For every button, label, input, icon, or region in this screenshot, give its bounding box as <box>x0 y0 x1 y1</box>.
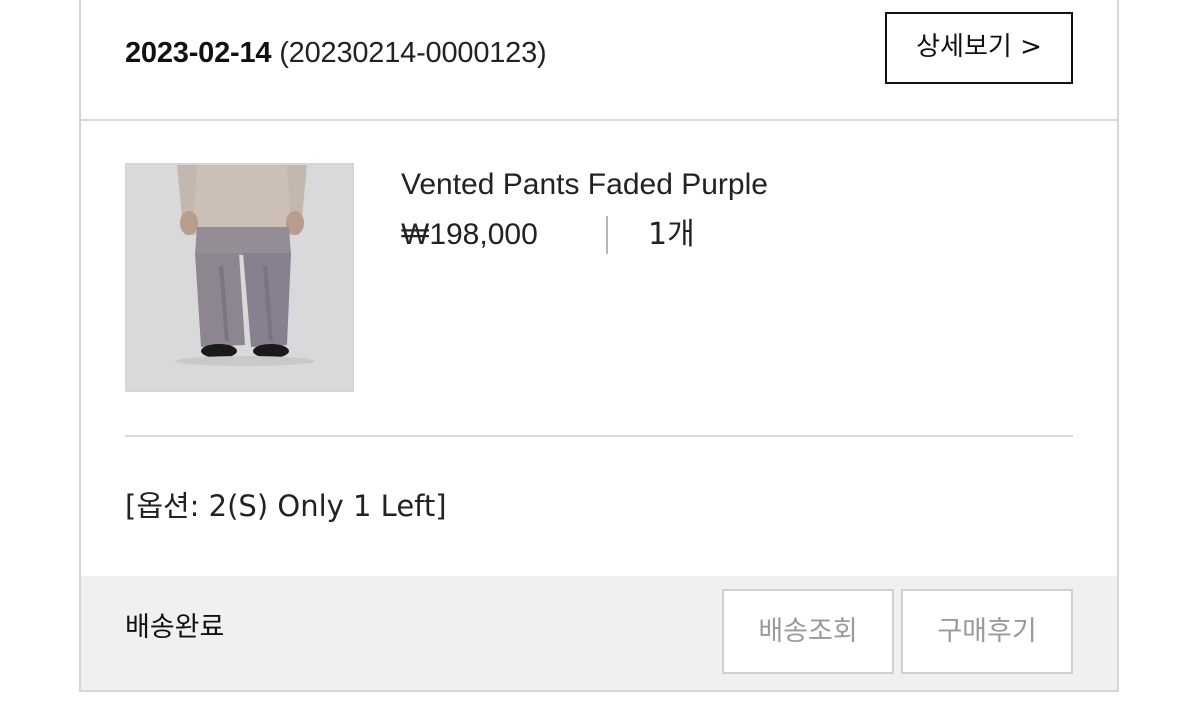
product-option: [옵션: 2(S) Only 1 Left] <box>125 489 447 523</box>
delivery-status: 배송완료 <box>125 612 225 643</box>
order-number: (20230214-0000123) <box>279 37 547 69</box>
product-price: ₩198,000 <box>401 218 538 251</box>
pants-photo-image <box>127 165 352 390</box>
order-footer: 배송완료 배송조회 구매후기 <box>81 576 1117 690</box>
product-name[interactable]: Vented Pants Faded Purple <box>401 167 768 203</box>
track-delivery-button[interactable]: 배송조회 <box>722 589 894 674</box>
order-date: 2023-02-14 <box>125 37 272 69</box>
product-quantity: 1개 <box>648 217 695 252</box>
product-item: Vented Pants Faded Purple ₩198,000 1개 <box>125 163 1073 437</box>
write-review-button[interactable]: 구매후기 <box>901 589 1073 674</box>
order-card: 2023-02-14 (20230214-0000123) 상세보기 > Ven… <box>79 0 1119 692</box>
view-details-button[interactable]: 상세보기 > <box>885 12 1073 84</box>
price-quantity-divider <box>606 216 608 254</box>
order-header: 2023-02-14 (20230214-0000123) 상세보기 > <box>81 0 1117 121</box>
order-date-line: 2023-02-14 (20230214-0000123) <box>125 36 547 70</box>
product-thumbnail[interactable] <box>125 163 354 392</box>
